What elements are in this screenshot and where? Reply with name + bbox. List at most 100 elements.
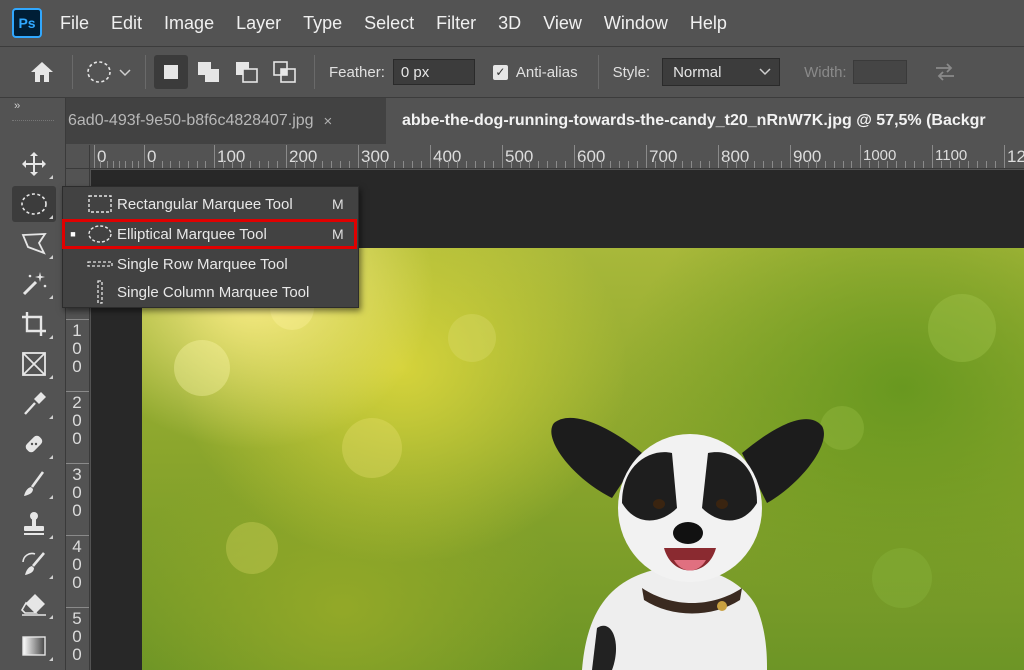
flyout-item-single-column-marquee[interactable]: Single Column Marquee Tool <box>63 278 358 306</box>
menu-help[interactable]: Help <box>690 13 727 34</box>
menu-edit[interactable]: Edit <box>111 13 142 34</box>
panel-grip[interactable] <box>12 120 54 124</box>
ruler-label: 0 <box>72 429 82 448</box>
brush-icon <box>24 471 45 496</box>
ruler-minor-tick <box>905 161 906 168</box>
history-brush-tool[interactable] <box>12 546 56 582</box>
ruler-tick <box>718 145 719 168</box>
ruler-minor-tick <box>950 161 951 168</box>
lasso-tool[interactable] <box>12 226 56 262</box>
ruler-minor-tick <box>781 161 782 168</box>
move-tool[interactable] <box>12 146 56 182</box>
subtract-from-selection-button[interactable] <box>230 55 264 89</box>
elliptical-marquee-tool[interactable] <box>12 186 56 222</box>
feather-input[interactable]: 0 px <box>392 59 475 85</box>
ruler-minor-tick <box>100 161 102 168</box>
ruler-minor-tick <box>637 161 638 168</box>
crop-tool[interactable] <box>12 306 56 342</box>
tool-preset-picker[interactable] <box>81 52 137 92</box>
ruler-minor-tick <box>745 161 746 168</box>
ruler-label: 0 <box>72 357 82 376</box>
ruler-minor-tick <box>833 161 835 168</box>
ruler-minor-tick <box>896 161 897 168</box>
width-input[interactable] <box>852 60 907 84</box>
ruler-tick <box>430 145 431 168</box>
eraser-tool[interactable] <box>12 586 56 622</box>
menu-3d[interactable]: 3D <box>498 13 521 34</box>
magic-wand-icon <box>22 272 47 296</box>
menu-layer[interactable]: Layer <box>236 13 281 34</box>
menu-type[interactable]: Type <box>303 13 342 34</box>
ruler-minor-tick <box>565 161 566 168</box>
ruler-minor-tick <box>205 161 207 168</box>
flyout-item-rectangular-marquee[interactable]: Rectangular Marquee Tool M <box>63 190 358 218</box>
ruler-minor-tick <box>709 161 710 168</box>
intersect-selection-button[interactable] <box>268 55 302 89</box>
ruler-tick <box>574 145 575 168</box>
ruler-label: 3 <box>72 465 82 484</box>
ruler-minor-tick <box>137 161 139 168</box>
ruler-minor-tick <box>394 161 395 168</box>
document-tabs: 6ad0-493f-9e50-b8f6c4828407.jpg × abbe-t… <box>66 98 1024 144</box>
menu-filter[interactable]: Filter <box>436 13 476 34</box>
ruler-minor-tick <box>313 161 314 168</box>
ruler-minor-tick <box>304 161 305 168</box>
ruler-tick <box>66 319 89 320</box>
ruler-minor-tick <box>869 161 870 168</box>
dog-photo-illustration <box>174 286 996 670</box>
home-button[interactable] <box>20 52 64 92</box>
ruler-minor-tick <box>493 161 494 168</box>
ruler-tick <box>94 145 95 168</box>
ruler-label: 0 <box>72 483 82 502</box>
ellipse-marquee-icon <box>21 193 47 215</box>
horizontal-ruler[interactable]: 0010020030040050060070080090010001100120 <box>90 145 1024 169</box>
ruler-minor-tick <box>995 161 996 168</box>
ruler-minor-tick <box>986 161 987 168</box>
ruler-label: 1 <box>72 321 82 340</box>
divider <box>145 55 146 89</box>
menu-image[interactable]: Image <box>164 13 214 34</box>
ruler-tick <box>66 607 89 608</box>
clone-stamp-tool[interactable] <box>12 506 56 542</box>
tools-panel: ›› <box>0 98 66 670</box>
brush-tool[interactable] <box>12 466 56 502</box>
flyout-item-single-row-marquee[interactable]: Single Row Marquee Tool <box>63 250 358 278</box>
flyout-label: Single Column Marquee Tool <box>117 283 310 301</box>
panel-collapse-icon[interactable]: ›› <box>14 100 20 112</box>
menu-select[interactable]: Select <box>364 13 414 34</box>
document-image[interactable] <box>142 248 1024 670</box>
tab-active-document[interactable]: abbe-the-dog-running-towards-the-candy_t… <box>386 98 1024 144</box>
magic-wand-tool[interactable] <box>12 266 56 302</box>
menu-file[interactable]: File <box>60 13 89 34</box>
tab-inactive-document[interactable]: 6ad0-493f-9e50-b8f6c4828407.jpg × <box>66 98 386 144</box>
ruler-origin[interactable] <box>66 145 90 169</box>
menu-view[interactable]: View <box>543 13 582 34</box>
ruler-minor-tick <box>152 161 154 168</box>
options-bar: Feather: 0 px ✓ Anti-alias Style: Normal… <box>0 46 1024 98</box>
ruler-minor-tick <box>412 161 413 168</box>
ruler-tick <box>214 145 215 168</box>
gradient-tool[interactable] <box>12 628 56 664</box>
gradient-icon <box>22 636 46 656</box>
frame-tool[interactable] <box>12 346 56 382</box>
ruler-minor-tick <box>941 161 942 168</box>
anti-alias-checkbox[interactable]: ✓ <box>492 64 508 80</box>
flyout-label: Single Row Marquee Tool <box>117 255 288 273</box>
rect-marquee-icon <box>83 194 117 214</box>
new-selection-button[interactable] <box>154 55 188 89</box>
ruler-minor-tick <box>807 161 809 168</box>
ruler-minor-tick <box>277 161 278 168</box>
add-to-selection-button[interactable] <box>192 55 226 89</box>
menu-window[interactable]: Window <box>604 13 668 34</box>
ruler-tick <box>790 145 791 168</box>
ruler-tick <box>286 145 287 168</box>
healing-brush-tool[interactable] <box>12 426 56 462</box>
swap-width-height-button[interactable] <box>925 57 965 87</box>
eyedropper-tool[interactable] <box>12 386 56 422</box>
ruler-minor-tick <box>592 161 593 168</box>
ruler-minor-tick <box>601 161 602 168</box>
ruler-minor-tick <box>851 161 853 168</box>
close-icon[interactable]: × <box>324 113 333 130</box>
style-value: Normal <box>673 63 722 81</box>
style-select[interactable]: Normal <box>662 58 781 86</box>
